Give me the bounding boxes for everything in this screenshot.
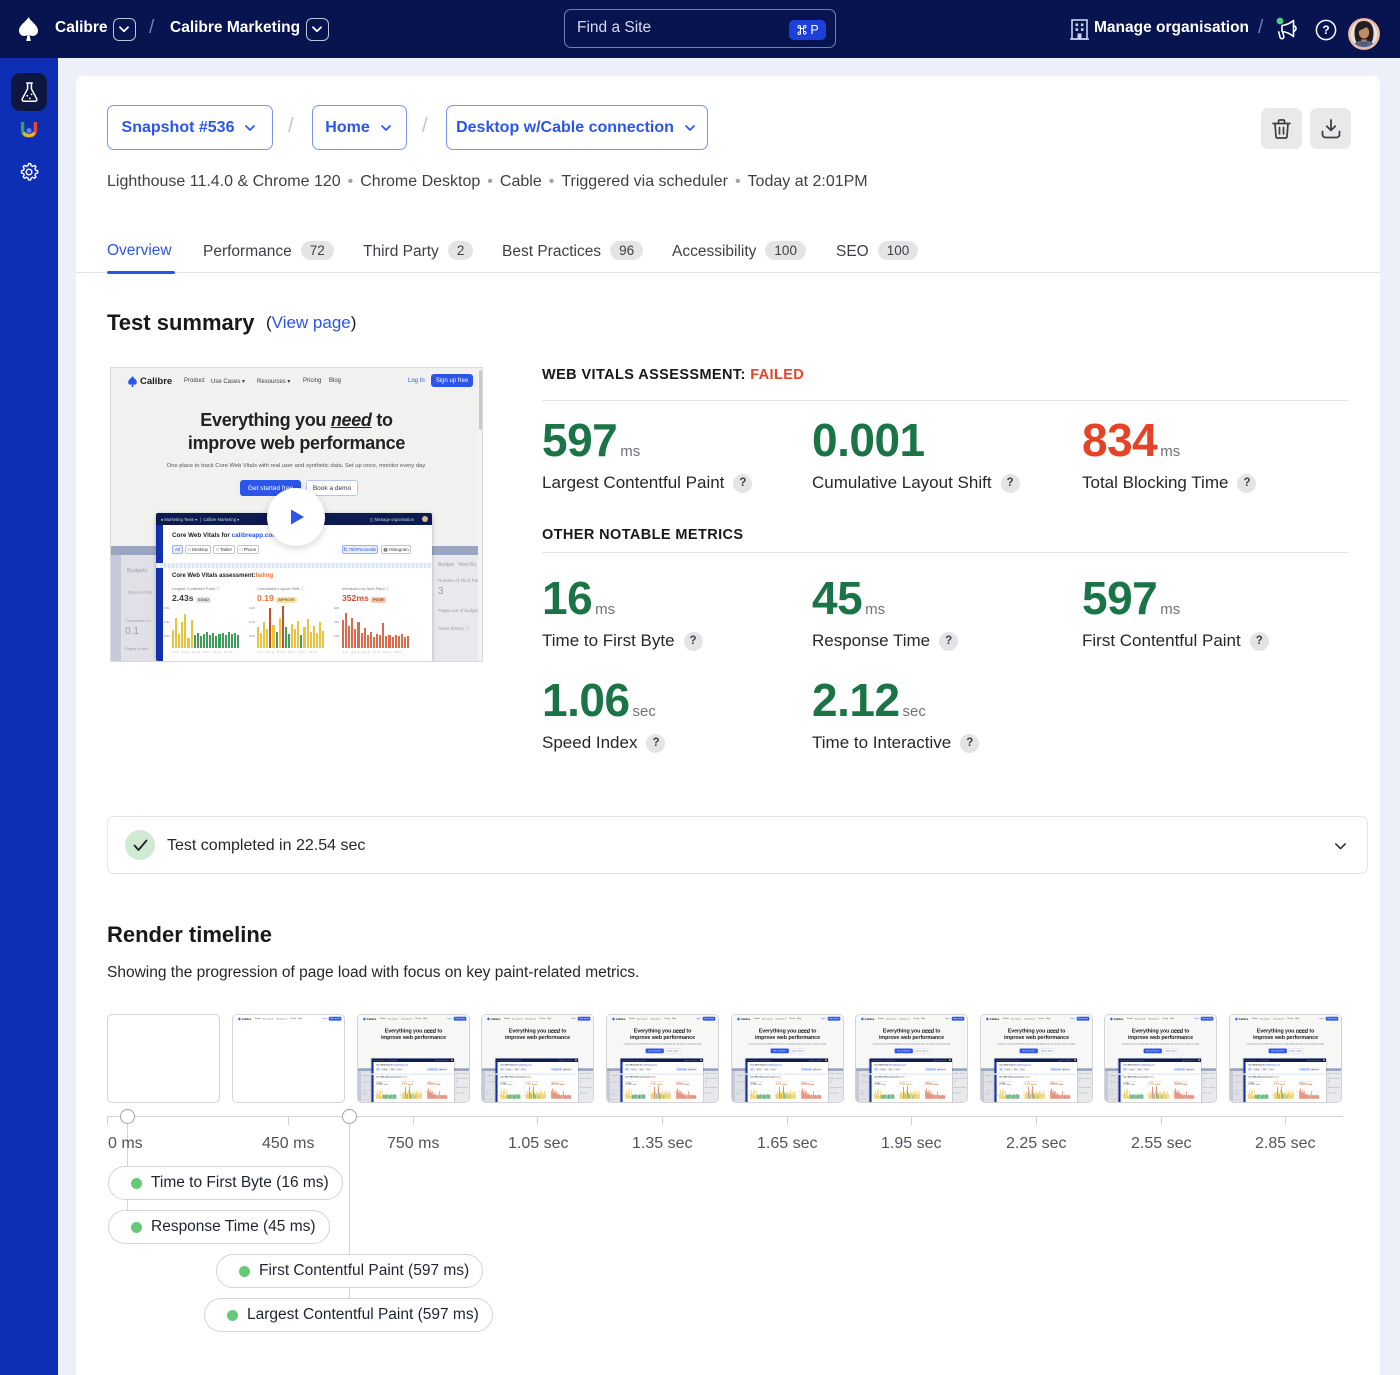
svg-text:?: ?: [1322, 23, 1329, 37]
